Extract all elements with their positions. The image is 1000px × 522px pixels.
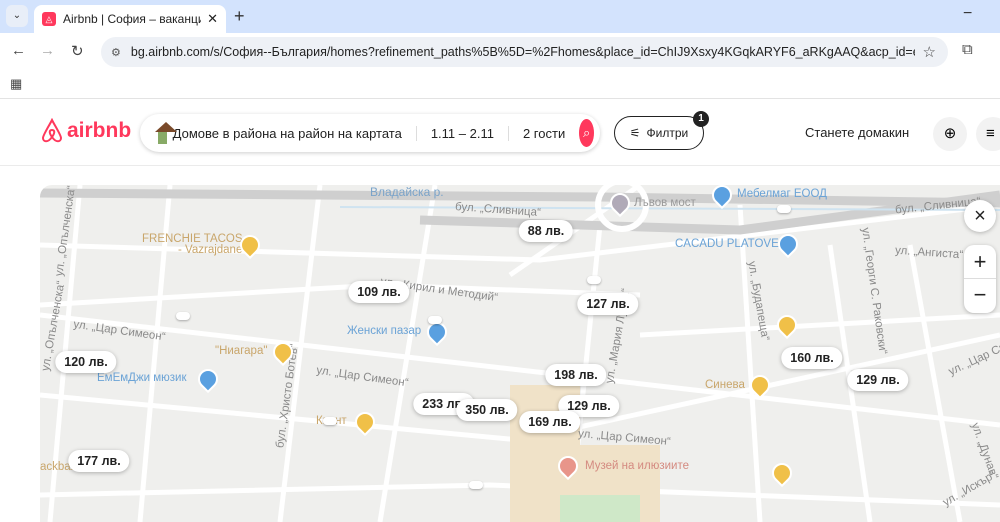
site-header: airbnb Домове в района на район на карта…	[0, 99, 1000, 166]
map[interactable]: Владайска р. бул. „Сливница“ бул. „Сливн…	[40, 185, 1000, 522]
poi-label: Синева	[705, 379, 745, 391]
price-pin[interactable]: 129 лв.	[847, 369, 909, 391]
price-pin[interactable]: 177 лв.	[68, 450, 130, 472]
bookmarks-bar: ▦	[0, 71, 1000, 99]
filters-count-badge: 1	[693, 111, 709, 127]
tab-strip: ⌄ ◬ Airbnb | София – ваканционни ✕ + −	[0, 0, 1000, 33]
listing-dot[interactable]	[323, 417, 337, 425]
price-pin[interactable]: 198 лв.	[545, 364, 607, 386]
reload-icon[interactable]: ↻	[71, 42, 84, 60]
filters-label: Филтри	[646, 126, 689, 140]
browser-tab[interactable]: ◬ Airbnb | София – ваканционни ✕	[34, 5, 226, 33]
poi-label: CACADU PLATOVE	[675, 238, 779, 250]
globe-icon[interactable]: ⊕	[933, 117, 967, 151]
sliders-icon: ⚟	[629, 126, 641, 140]
browser-toolbar: ← → ↻ ⚙ bg.airbnb.com/s/София--България/…	[0, 33, 1000, 71]
street-label: Владайска р.	[370, 185, 444, 199]
price-pin[interactable]: 88 лв.	[518, 220, 574, 242]
url-text[interactable]: bg.airbnb.com/s/София--България/homes?re…	[131, 45, 915, 59]
search-dates[interactable]: 1.11 – 2.11	[417, 125, 509, 141]
address-bar[interactable]: ⚙ bg.airbnb.com/s/София--България/homes?…	[101, 37, 948, 67]
poi-label: Музей на илюзиите	[585, 460, 689, 472]
filters-button[interactable]: ⚟ Филтри 1	[614, 111, 709, 150]
logo-text: airbnb	[67, 119, 132, 142]
price-pin[interactable]: 109 лв.	[348, 281, 410, 303]
poi-label: - Vazrajdane	[178, 244, 243, 256]
extensions-icon[interactable]: ⧉	[962, 41, 973, 58]
listing-dot[interactable]	[777, 205, 791, 213]
zoom-out-button[interactable]: −	[964, 279, 996, 313]
minimize-icon[interactable]: −	[963, 5, 972, 23]
search-bar[interactable]: Домове в района на район на картата 1.11…	[140, 114, 600, 152]
poi-label: "Ниагара"	[215, 345, 268, 357]
listing-dot[interactable]	[428, 316, 442, 324]
airbnb-logo[interactable]: airbnb	[40, 118, 131, 144]
poi-label: ЕмЕмДжи мюзик	[97, 372, 187, 384]
search-guests[interactable]: 2 гости	[509, 126, 579, 141]
become-host-link[interactable]: Станете домакин	[805, 125, 909, 140]
poi-label: Мебелмаг ЕООД	[737, 188, 827, 200]
listing-dot[interactable]	[469, 481, 483, 489]
zoom-controls: + −	[964, 245, 996, 313]
site-settings-icon[interactable]: ⚙	[111, 46, 121, 59]
search-location[interactable]: Домове в района на район на картата	[173, 125, 417, 141]
back-icon[interactable]: ←	[11, 42, 26, 59]
forward-icon[interactable]: →	[40, 42, 55, 59]
listing-dot[interactable]	[587, 276, 601, 284]
menu-icon[interactable]: ≡	[976, 117, 1000, 151]
close-map-button[interactable]: ×	[964, 200, 996, 232]
price-pin[interactable]: 169 лв.	[519, 411, 581, 433]
price-pin[interactable]: 127 лв.	[577, 293, 639, 315]
star-icon[interactable]: ☆	[923, 43, 936, 61]
plus-icon[interactable]: +	[234, 6, 245, 27]
airbnb-favicon-icon: ◬	[42, 12, 56, 26]
airbnb-logo-icon	[41, 118, 63, 143]
price-pin[interactable]: 160 лв.	[781, 347, 843, 369]
listing-dot[interactable]	[176, 312, 190, 320]
tab-list-icon[interactable]: ⌄	[6, 5, 28, 27]
search-button[interactable]: ⌕	[579, 119, 594, 147]
close-icon[interactable]: ✕	[207, 11, 218, 27]
house-icon	[154, 122, 177, 144]
zoom-in-button[interactable]: +	[964, 245, 996, 279]
price-pin[interactable]: 120 лв.	[55, 351, 117, 373]
price-pin[interactable]: 350 лв.	[456, 399, 518, 421]
apps-icon[interactable]: ▦	[10, 76, 22, 92]
poi-label: Лъвов мост	[634, 197, 696, 209]
tab-title: Airbnb | София – ваканционни	[63, 12, 201, 26]
poi-label: Женски пазар	[347, 325, 422, 337]
